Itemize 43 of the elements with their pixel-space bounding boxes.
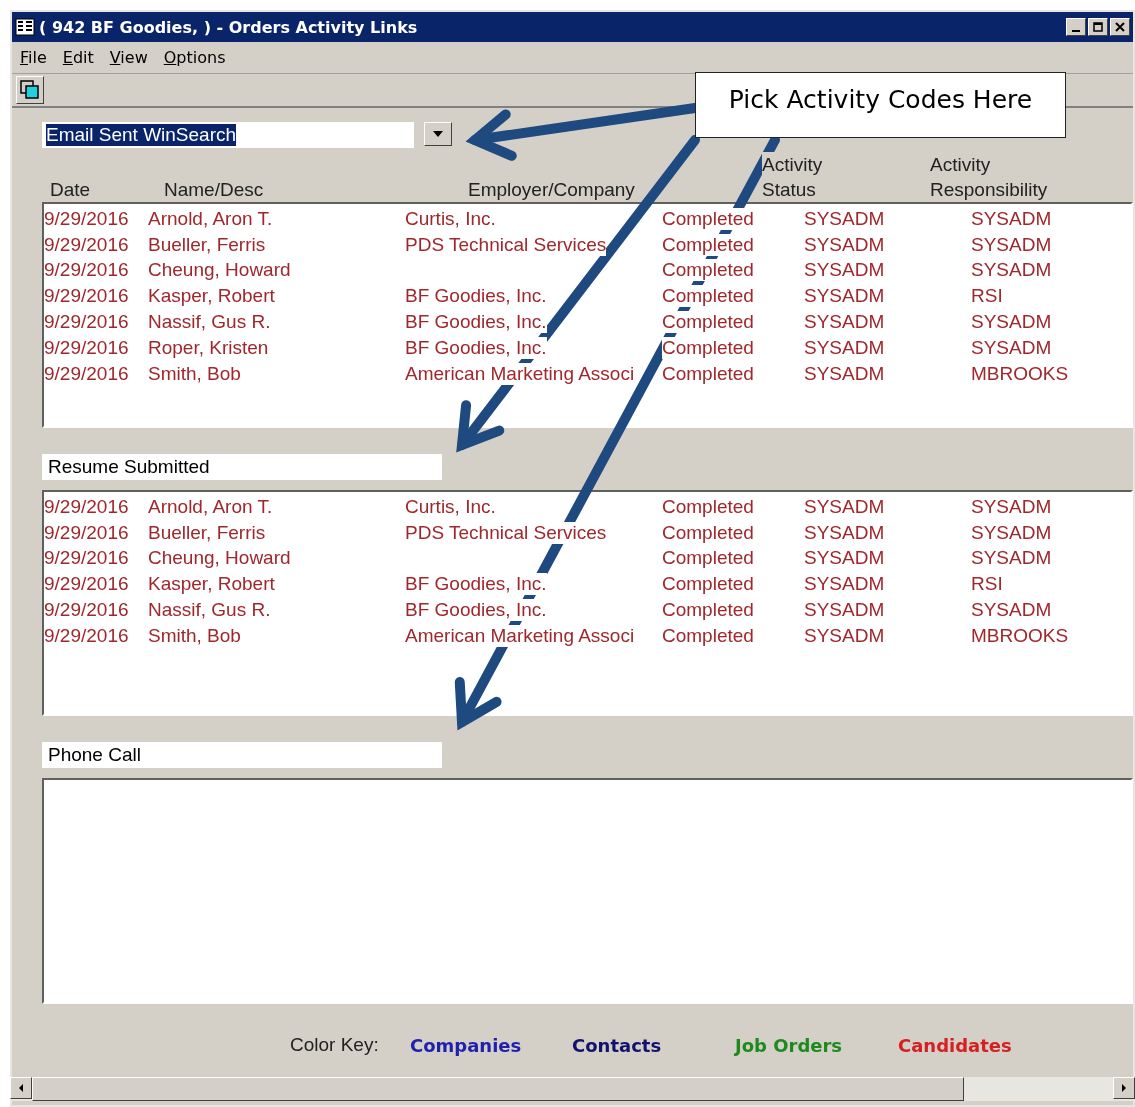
company-cell: BF Goodies, Inc.	[405, 573, 547, 596]
status-cell: Completed	[662, 285, 754, 308]
company-cell: BF Goodies, Inc.	[405, 336, 547, 359]
maximize-icon	[1093, 22, 1103, 32]
legend-item: Job Orders	[735, 1034, 844, 1056]
company-cell: BF Goodies, Inc.	[405, 599, 547, 622]
legend-item: Candidates	[898, 1034, 1012, 1056]
activity-field[interactable]: Phone Call	[42, 742, 442, 768]
company-cell: American Marketing Associ	[405, 362, 635, 385]
menu-item[interactable]: Options	[163, 48, 226, 67]
dropdown-button[interactable]	[424, 122, 452, 146]
status-cell: Completed	[662, 207, 754, 230]
window-title: ( 942 BF Goodies, ) - Orders Activity Links	[39, 17, 419, 37]
activity-dropdown[interactable]: Email Sent WinSearch	[42, 122, 414, 148]
scroll-left-button[interactable]	[10, 1077, 32, 1099]
status-cell: Completed	[662, 233, 754, 256]
windows-icon	[20, 80, 40, 100]
legend-item: Contacts	[572, 1034, 663, 1056]
minimize-button[interactable]	[1066, 18, 1086, 36]
company-cell: PDS Technical Services	[405, 521, 607, 544]
legend-item: Companies	[410, 1034, 523, 1056]
close-icon	[1115, 22, 1125, 32]
minimize-icon	[1072, 30, 1080, 32]
color-key-label: Color Key:	[290, 1034, 380, 1056]
scroll-thumb[interactable]	[32, 1077, 964, 1101]
callout-box: Pick Activity Codes Here	[695, 72, 1066, 138]
activity-field[interactable]: Resume Submitted	[42, 454, 442, 480]
menu-item[interactable]: File	[20, 48, 47, 67]
left-arrow-icon	[17, 1083, 25, 1093]
window-icon	[15, 18, 35, 36]
toolbar-button[interactable]	[16, 76, 44, 104]
menu-item[interactable]: Edit	[62, 48, 94, 67]
maximize-button[interactable]	[1088, 18, 1108, 36]
status-cell: Completed	[662, 336, 754, 359]
menu-item[interactable]: View	[109, 48, 148, 67]
status-cell: Completed	[662, 259, 754, 282]
caret-icon	[432, 130, 444, 138]
company-cell: American Marketing Associ	[405, 624, 635, 647]
scroll-right-button[interactable]	[1113, 1077, 1135, 1099]
right-arrow-icon	[1120, 1083, 1128, 1093]
horizontal-scrollbar[interactable]	[10, 1077, 1135, 1101]
close-button[interactable]	[1110, 18, 1130, 36]
status-cell: Completed	[662, 311, 754, 334]
